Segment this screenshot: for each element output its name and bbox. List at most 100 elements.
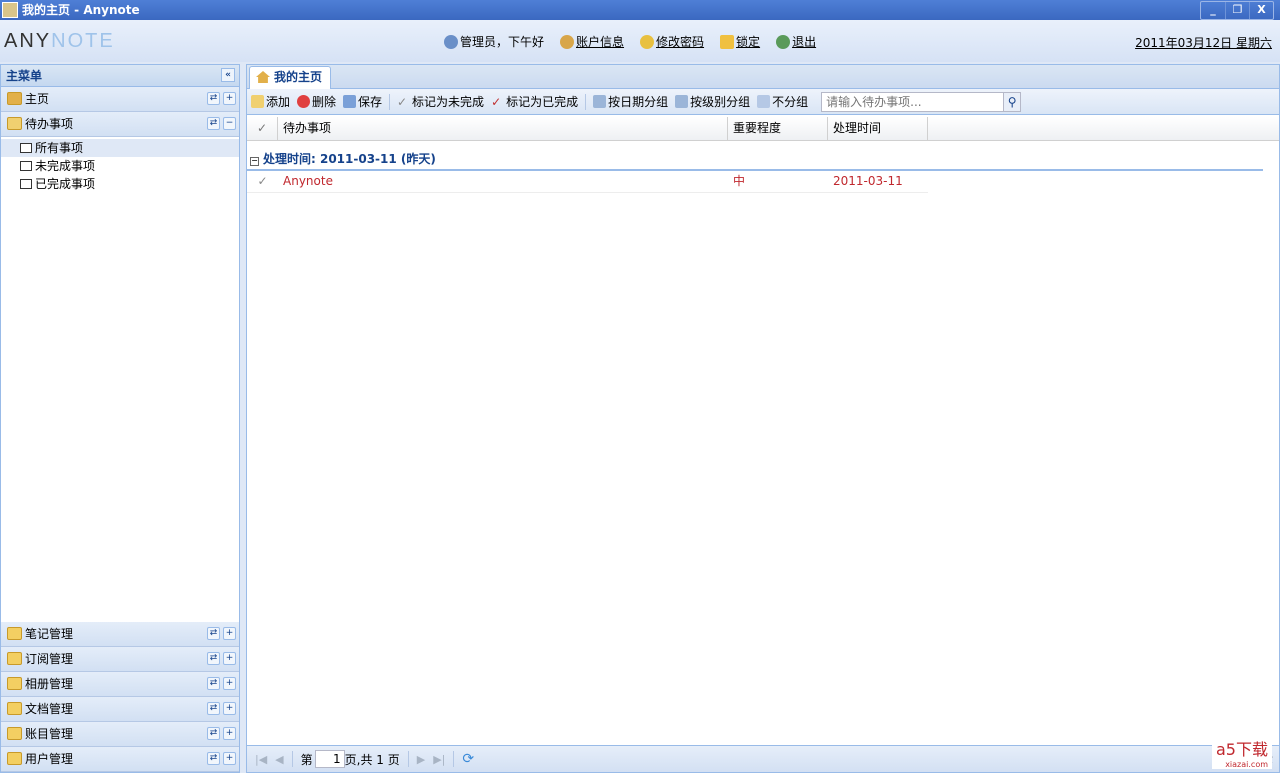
save-button[interactable]: 保存 bbox=[343, 93, 382, 110]
prev-page-icon[interactable]: ◀ bbox=[275, 753, 283, 766]
sidebar-header: 主菜单 « bbox=[1, 65, 239, 87]
mark-incomplete-button[interactable]: ✓ 标记为未完成 bbox=[397, 93, 484, 110]
delete-icon bbox=[297, 95, 311, 108]
refresh-icon[interactable]: ⇄ bbox=[207, 677, 220, 690]
sidebar-item-accounts[interactable]: 账目管理 ⇄ + bbox=[1, 722, 239, 747]
watermark-text: a5下载 bbox=[1216, 740, 1268, 759]
logout-icon bbox=[776, 34, 791, 49]
folder-icon bbox=[7, 727, 22, 740]
group-by-level-button[interactable]: 按级别分组 bbox=[675, 93, 750, 110]
expand-button[interactable]: + bbox=[223, 677, 236, 690]
table-row[interactable]: ✓ Anynote 中 2011-03-11 bbox=[247, 171, 928, 193]
refresh-icon[interactable]: ⇄ bbox=[207, 117, 220, 130]
no-group-button[interactable]: 不分组 bbox=[757, 93, 808, 110]
table-icon bbox=[757, 95, 771, 108]
save-icon bbox=[343, 95, 357, 108]
restore-button[interactable]: ❐ bbox=[1225, 2, 1249, 19]
sidebar-item-home[interactable]: 主页 ⇄ + bbox=[1, 87, 239, 112]
sidebar: 主菜单 « 主页 ⇄ + 待办事项 ⇄ − 所有事项 未完成事项 已完成事项 笔记管理 ⇄ +… bbox=[0, 64, 240, 773]
first-page-icon[interactable]: |◀ bbox=[255, 753, 267, 766]
expand-button[interactable]: + bbox=[223, 652, 236, 665]
minimize-button[interactable]: _ bbox=[1201, 2, 1225, 19]
expand-button[interactable]: + bbox=[223, 727, 236, 740]
refresh-icon[interactable]: ⟳ bbox=[462, 751, 474, 767]
refresh-icon[interactable]: ⇄ bbox=[207, 92, 220, 105]
sub-item-incomplete[interactable]: 未完成事项 bbox=[1, 157, 239, 175]
page-input[interactable] bbox=[314, 750, 345, 768]
folder-icon bbox=[7, 627, 22, 640]
folder-icon bbox=[7, 652, 22, 665]
link-label[interactable]: 退出 bbox=[792, 33, 816, 50]
item-label: 笔记管理 bbox=[25, 627, 74, 641]
refresh-icon[interactable]: ⇄ bbox=[207, 752, 220, 765]
button-label: 按日期分组 bbox=[608, 95, 669, 109]
todo-icon bbox=[7, 117, 22, 130]
sidebar-item-notes[interactable]: 笔记管理 ⇄ + bbox=[1, 622, 239, 647]
sub-item-all[interactable]: 所有事项 bbox=[1, 139, 239, 157]
collapse-sidebar-button[interactable]: « bbox=[221, 68, 235, 82]
group-by-date-button[interactable]: 按日期分组 bbox=[593, 93, 668, 110]
group-label: 处理时间: 2011-03-11 (昨天) bbox=[263, 152, 436, 166]
app-icon bbox=[2, 2, 18, 18]
expand-button[interactable]: + bbox=[223, 702, 236, 715]
status-icon[interactable]: ✓ bbox=[247, 171, 278, 192]
search-input[interactable] bbox=[821, 91, 1005, 112]
last-page-icon[interactable]: ▶| bbox=[433, 753, 445, 766]
sidebar-item-documents[interactable]: 文档管理 ⇄ + bbox=[1, 697, 239, 722]
sidebar-item-todo[interactable]: 待办事项 ⇄ − bbox=[1, 112, 239, 137]
sidebar-item-users[interactable]: 用户管理 ⇄ + bbox=[1, 747, 239, 772]
separator bbox=[291, 751, 293, 767]
expand-button[interactable]: + bbox=[223, 92, 236, 105]
lock-icon bbox=[720, 34, 735, 49]
home-icon bbox=[7, 92, 22, 105]
separator bbox=[585, 93, 587, 110]
add-button[interactable]: 添加 bbox=[251, 93, 290, 110]
window-title: 我的主页 - Anynote bbox=[22, 3, 140, 17]
item-label: 相册管理 bbox=[25, 677, 74, 691]
refresh-icon[interactable]: ⇄ bbox=[207, 627, 220, 640]
next-page-icon[interactable]: ▶ bbox=[417, 753, 425, 766]
sub-item-completed[interactable]: 已完成事项 bbox=[1, 175, 239, 193]
column-check[interactable]: ✓ bbox=[247, 117, 278, 140]
todo-priority: 中 bbox=[733, 174, 746, 188]
item-label: 所有事项 bbox=[35, 141, 84, 155]
tab-strip: 我的主页 bbox=[247, 65, 1279, 89]
expand-button[interactable]: + bbox=[223, 752, 236, 765]
todo-date: 2011-03-11 bbox=[833, 174, 903, 188]
mark-complete-button[interactable]: ✓ 标记为已完成 bbox=[491, 93, 578, 110]
tab-home[interactable]: 我的主页 bbox=[249, 66, 332, 89]
link-label[interactable]: 锁定 bbox=[736, 33, 760, 50]
key-icon bbox=[640, 34, 655, 49]
home-icon bbox=[256, 71, 270, 83]
title-bar: 我的主页 - Anynote _ ❐ X bbox=[0, 0, 1280, 20]
account-info-link[interactable]: 账户信息 bbox=[560, 33, 624, 50]
refresh-icon[interactable]: ⇄ bbox=[207, 702, 220, 715]
collapse-button[interactable]: − bbox=[223, 117, 236, 130]
sidebar-item-albums[interactable]: 相册管理 ⇄ + bbox=[1, 672, 239, 697]
folder-icon bbox=[7, 677, 22, 690]
group-icon bbox=[675, 95, 689, 108]
current-date[interactable]: 2011年03月12日 星期六 bbox=[1135, 34, 1272, 51]
sidebar-item-subscriptions[interactable]: 订阅管理 ⇄ + bbox=[1, 647, 239, 672]
item-label: 主页 bbox=[25, 92, 50, 106]
logout-link[interactable]: 退出 bbox=[776, 33, 816, 50]
column-priority[interactable]: 重要程度 bbox=[728, 117, 828, 140]
collapse-group-icon[interactable]: − bbox=[250, 157, 259, 166]
refresh-icon[interactable]: ⇄ bbox=[207, 652, 220, 665]
lock-link[interactable]: 锁定 bbox=[720, 33, 760, 50]
main-panel: 我的主页 添加 删除 保存 ✓ 标记为未完成 ✓ 标记为已完成 按日期分组 按级别分… bbox=[246, 64, 1280, 773]
group-header[interactable]: − 处理时间: 2011-03-11 (昨天) bbox=[247, 149, 1263, 171]
link-label[interactable]: 修改密码 bbox=[656, 33, 704, 50]
expand-button[interactable]: + bbox=[223, 627, 236, 640]
delete-button[interactable]: 删除 bbox=[297, 93, 336, 110]
column-time[interactable]: 处理时间 bbox=[828, 117, 928, 140]
link-label[interactable]: 账户信息 bbox=[576, 33, 624, 50]
separator bbox=[453, 751, 455, 767]
refresh-icon[interactable]: ⇄ bbox=[207, 727, 220, 740]
page-suffix: 页,共 1 页 bbox=[344, 752, 400, 767]
close-button[interactable]: X bbox=[1249, 2, 1273, 19]
search-icon[interactable]: ⚲ bbox=[1004, 91, 1022, 112]
button-label: 标记为已完成 bbox=[506, 95, 579, 109]
change-password-link[interactable]: 修改密码 bbox=[640, 33, 704, 50]
column-todo[interactable]: 待办事项 bbox=[278, 117, 728, 140]
